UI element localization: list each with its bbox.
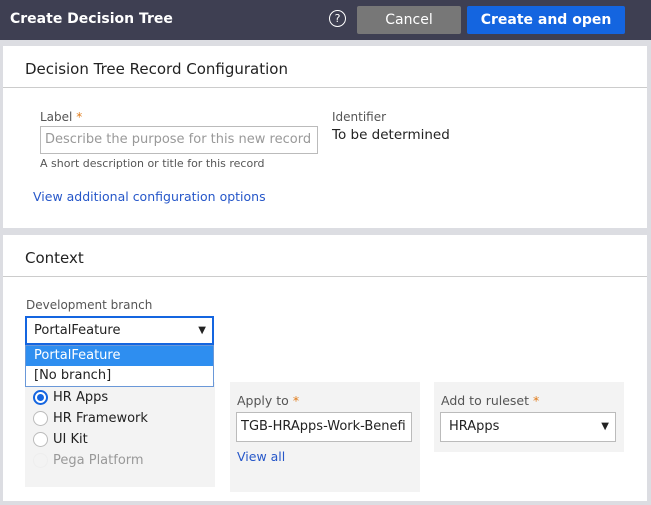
required-marker: *	[292, 393, 300, 408]
label-text: Label	[40, 110, 73, 124]
ruleset-select[interactable]: HRApps ▼	[440, 412, 616, 442]
apply-to-panel: Apply to * TGB-HRApps-Work-Benefi View a…	[230, 382, 420, 492]
help-icon[interactable]: ?	[329, 10, 346, 27]
chevron-down-icon: ▼	[198, 325, 206, 336]
branch-dropdown-list: PortalFeature [No branch]	[25, 345, 214, 387]
label-placeholder: Describe the purpose for this new record	[45, 132, 312, 147]
required-marker: *	[533, 393, 540, 408]
label-field-label: Label *	[40, 110, 82, 124]
additional-options-link[interactable]: View additional configuration options	[33, 189, 266, 204]
identifier-value: To be determined	[332, 127, 450, 143]
label-input[interactable]: Describe the purpose for this new record	[40, 126, 318, 154]
radio-label: Pega Platform	[53, 453, 144, 468]
ruleset-label: Add to ruleset *	[441, 393, 539, 408]
radio-label: UI Kit	[53, 432, 88, 447]
identifier-label: Identifier	[332, 110, 387, 124]
branch-option-no-branch[interactable]: [No branch]	[26, 366, 213, 386]
radio-ui-kit[interactable]: UI Kit	[33, 432, 88, 447]
cancel-button[interactable]: Cancel	[357, 6, 461, 34]
chevron-down-icon: ▼	[601, 421, 609, 432]
ruleset-panel: Add to ruleset * HRApps ▼	[434, 382, 624, 452]
header-bar: Create Decision Tree ? Cancel Create and…	[0, 0, 651, 40]
radio-icon	[33, 411, 48, 426]
radio-pega-platform: Pega Platform	[33, 453, 144, 468]
radio-label: HR Framework	[53, 411, 148, 426]
ruleset-label-text: Add to ruleset	[441, 393, 530, 408]
view-all-link[interactable]: View all	[237, 449, 285, 464]
radio-selected-icon	[33, 390, 48, 405]
ruleset-value: HRApps	[449, 419, 500, 434]
create-and-open-button[interactable]: Create and open	[467, 6, 625, 34]
section-heading: Context	[3, 235, 647, 277]
required-marker: *	[76, 110, 83, 124]
apply-to-input[interactable]: TGB-HRApps-Work-Benefi	[236, 412, 412, 442]
branch-select[interactable]: PortalFeature ▼	[25, 316, 214, 345]
radio-hr-framework[interactable]: HR Framework	[33, 411, 148, 426]
radio-label: HR Apps	[53, 390, 109, 405]
dialog-title: Create Decision Tree	[10, 11, 173, 27]
section-heading: Decision Tree Record Configuration	[3, 46, 647, 88]
branch-label: Development branch	[26, 298, 153, 312]
apply-to-label: Apply to *	[237, 393, 299, 408]
radio-icon	[33, 432, 48, 447]
branch-value: PortalFeature	[34, 323, 121, 338]
label-hint: A short description or title for this re…	[40, 157, 265, 170]
configuration-card: Decision Tree Record Configuration Label…	[3, 46, 647, 228]
application-panel: HR Apps HR Framework UI Kit Pega Platfor…	[25, 382, 215, 487]
apply-label-text: Apply to	[237, 393, 289, 408]
branch-option-portalfeature[interactable]: PortalFeature	[26, 346, 213, 366]
radio-hr-apps[interactable]: HR Apps	[33, 390, 108, 405]
radio-icon	[33, 453, 48, 468]
